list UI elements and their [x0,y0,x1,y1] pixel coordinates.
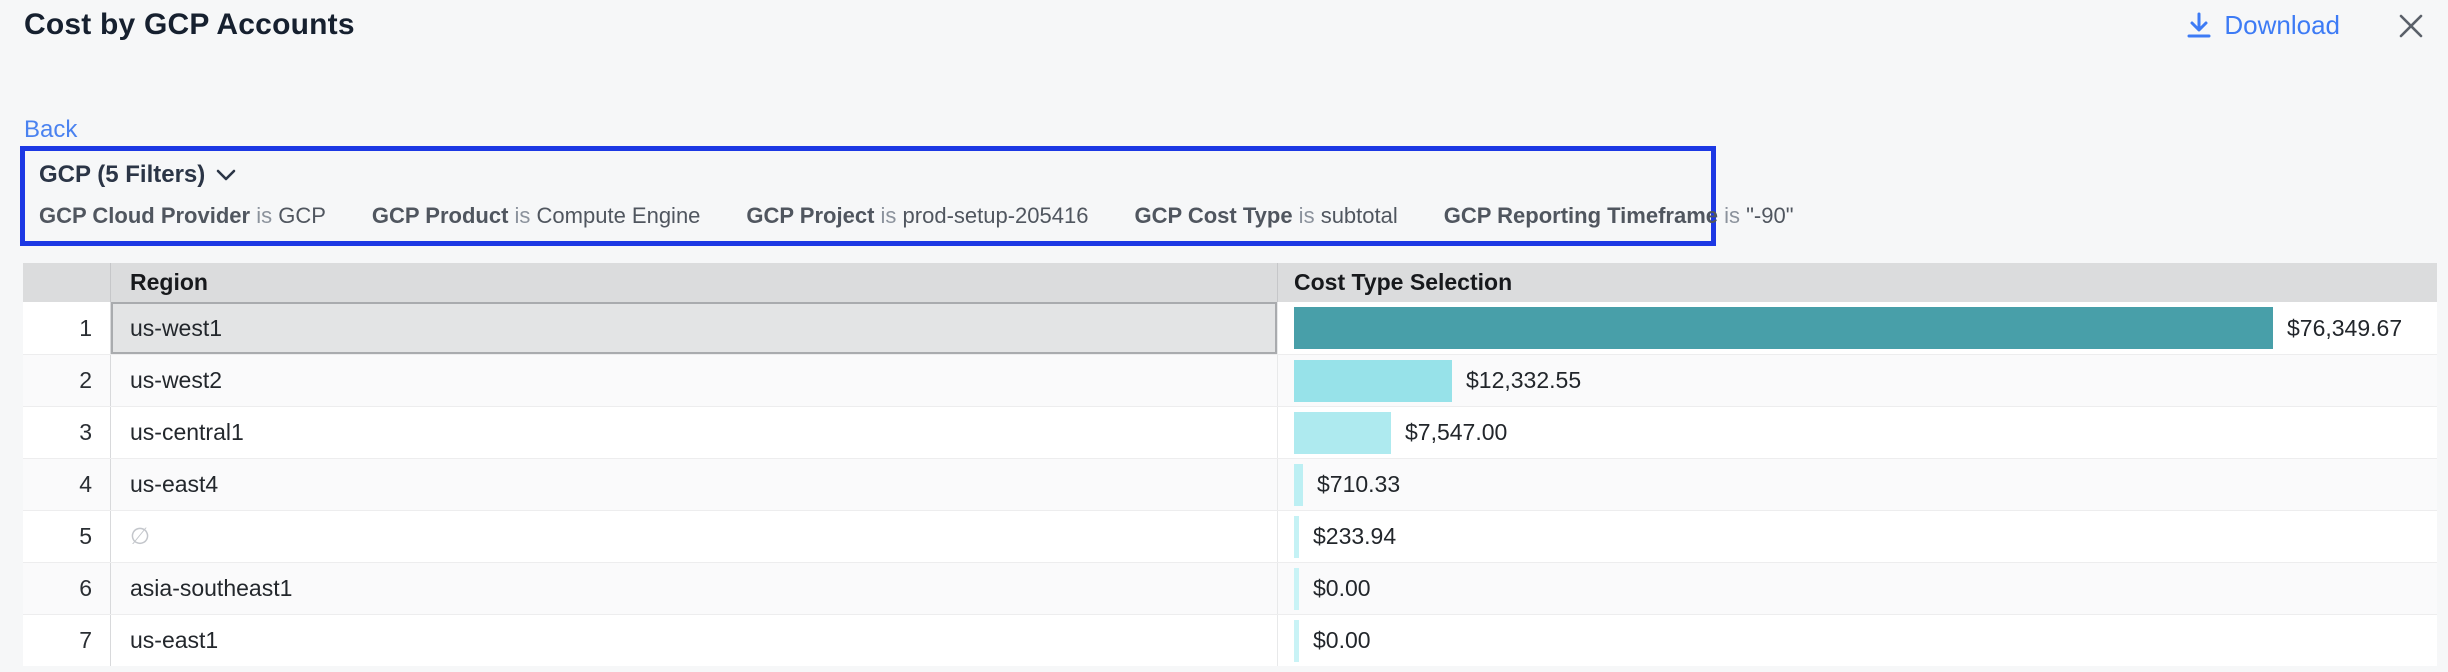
cost-bar [1294,620,1299,662]
filter-item-list: GCP Cloud Provider is GCP GCP Product is … [39,203,1697,229]
row-index: 7 [23,615,111,666]
back-link[interactable]: Back [24,116,77,144]
cost-table: Region Cost Type Selection 1us-west1 $76,… [23,263,2437,666]
table-row[interactable]: 1us-west1 $76,349.67 [23,302,2437,354]
cost-value-label: $76,349.67 [2287,315,2402,342]
cost-value-label: $233.94 [1313,523,1396,550]
filter-operator: is [874,203,902,228]
region-cell[interactable]: us-west1 [111,302,1277,354]
cost-cell: $76,349.67 [1277,302,2437,354]
region-cell[interactable]: us-east4 [111,459,1277,510]
region-cell[interactable]: asia-southeast1 [111,563,1277,614]
filter-field-name: GCP Reporting Timeframe [1444,203,1718,228]
cost-cell: $0.00 [1277,615,2437,666]
row-index: 1 [23,302,111,354]
table-row[interactable]: 3us-central1 $7,547.00 [23,406,2437,458]
filter-operator: is [250,203,278,228]
cost-value-label: $710.33 [1317,471,1400,498]
page-title: Cost by GCP Accounts [24,8,355,42]
cost-by-gcp-accounts-panel: Cost by GCP Accounts Download Back GCP (… [0,0,2448,672]
cost-value-label: $12,332.55 [1466,367,1581,394]
filter-field-name: GCP Product [372,203,509,228]
cost-cell: $710.33 [1277,459,2437,510]
cost-value-label: $7,547.00 [1405,419,1507,446]
filter-field-name: GCP Project [746,203,874,228]
region-cell[interactable]: ∅ [111,511,1277,562]
cost-bar [1294,307,2273,349]
filter-summary-toggle[interactable]: GCP (5 Filters) [39,161,237,189]
cost-bar [1294,412,1391,454]
filter-operator: is [508,203,536,228]
filter-field-name: GCP Cloud Provider [39,203,250,228]
table-row[interactable]: 2us-west2 $12,332.55 [23,354,2437,406]
row-index: 5 [23,511,111,562]
filter-operator: is [1718,203,1746,228]
filter-operator: is [1293,203,1321,228]
download-icon [2186,12,2212,40]
cost-cell: $233.94 [1277,511,2437,562]
cost-bar [1294,516,1299,558]
row-index: 2 [23,355,111,406]
column-header-index [23,263,111,302]
filter-value: Compute Engine [537,203,701,228]
column-header-region[interactable]: Region [111,263,1277,302]
table-row[interactable]: 5∅ $233.94 [23,510,2437,562]
filter-item: GCP Cost Type is subtotal [1134,203,1397,229]
row-index: 6 [23,563,111,614]
table-row[interactable]: 6asia-southeast1 $0.00 [23,562,2437,614]
filter-value: "-90" [1746,203,1793,228]
table-body: 1us-west1$76,349.672us-west2$12,332.553u… [23,302,2437,666]
region-cell[interactable]: us-east1 [111,615,1277,666]
cost-bar [1294,360,1452,402]
row-index: 4 [23,459,111,510]
table-row[interactable]: 7us-east1 $0.00 [23,614,2437,666]
cost-cell: $0.00 [1277,563,2437,614]
row-index: 3 [23,407,111,458]
filter-item: GCP Reporting Timeframe is "-90" [1444,203,1794,229]
download-button[interactable]: Download [2186,10,2340,41]
cost-cell: $12,332.55 [1277,355,2437,406]
filter-value: prod-setup-205416 [903,203,1089,228]
filter-summary-label: GCP (5 Filters) [39,161,205,189]
column-header-cost-type-selection[interactable]: Cost Type Selection [1277,263,2437,302]
cost-cell: $7,547.00 [1277,407,2437,458]
region-cell[interactable]: us-west2 [111,355,1277,406]
filter-value: subtotal [1321,203,1398,228]
region-cell[interactable]: us-central1 [111,407,1277,458]
cost-bar [1294,568,1299,610]
filter-item: GCP Project is prod-setup-205416 [746,203,1088,229]
download-label: Download [2224,10,2340,41]
top-actions: Download [2186,10,2426,41]
table-header-row: Region Cost Type Selection [23,263,2437,302]
cost-value-label: $0.00 [1313,627,1371,654]
table-row[interactable]: 4us-east4 $710.33 [23,458,2437,510]
cost-bar [1294,464,1303,506]
filter-value: GCP [278,203,326,228]
chevron-down-icon [215,161,237,189]
cost-value-label: $0.00 [1313,575,1371,602]
filter-item: GCP Cloud Provider is GCP [39,203,326,229]
filter-box: GCP (5 Filters) GCP Cloud Provider is GC… [20,146,1716,246]
close-icon[interactable] [2396,11,2426,41]
filter-item: GCP Product is Compute Engine [372,203,701,229]
filter-field-name: GCP Cost Type [1134,203,1292,228]
